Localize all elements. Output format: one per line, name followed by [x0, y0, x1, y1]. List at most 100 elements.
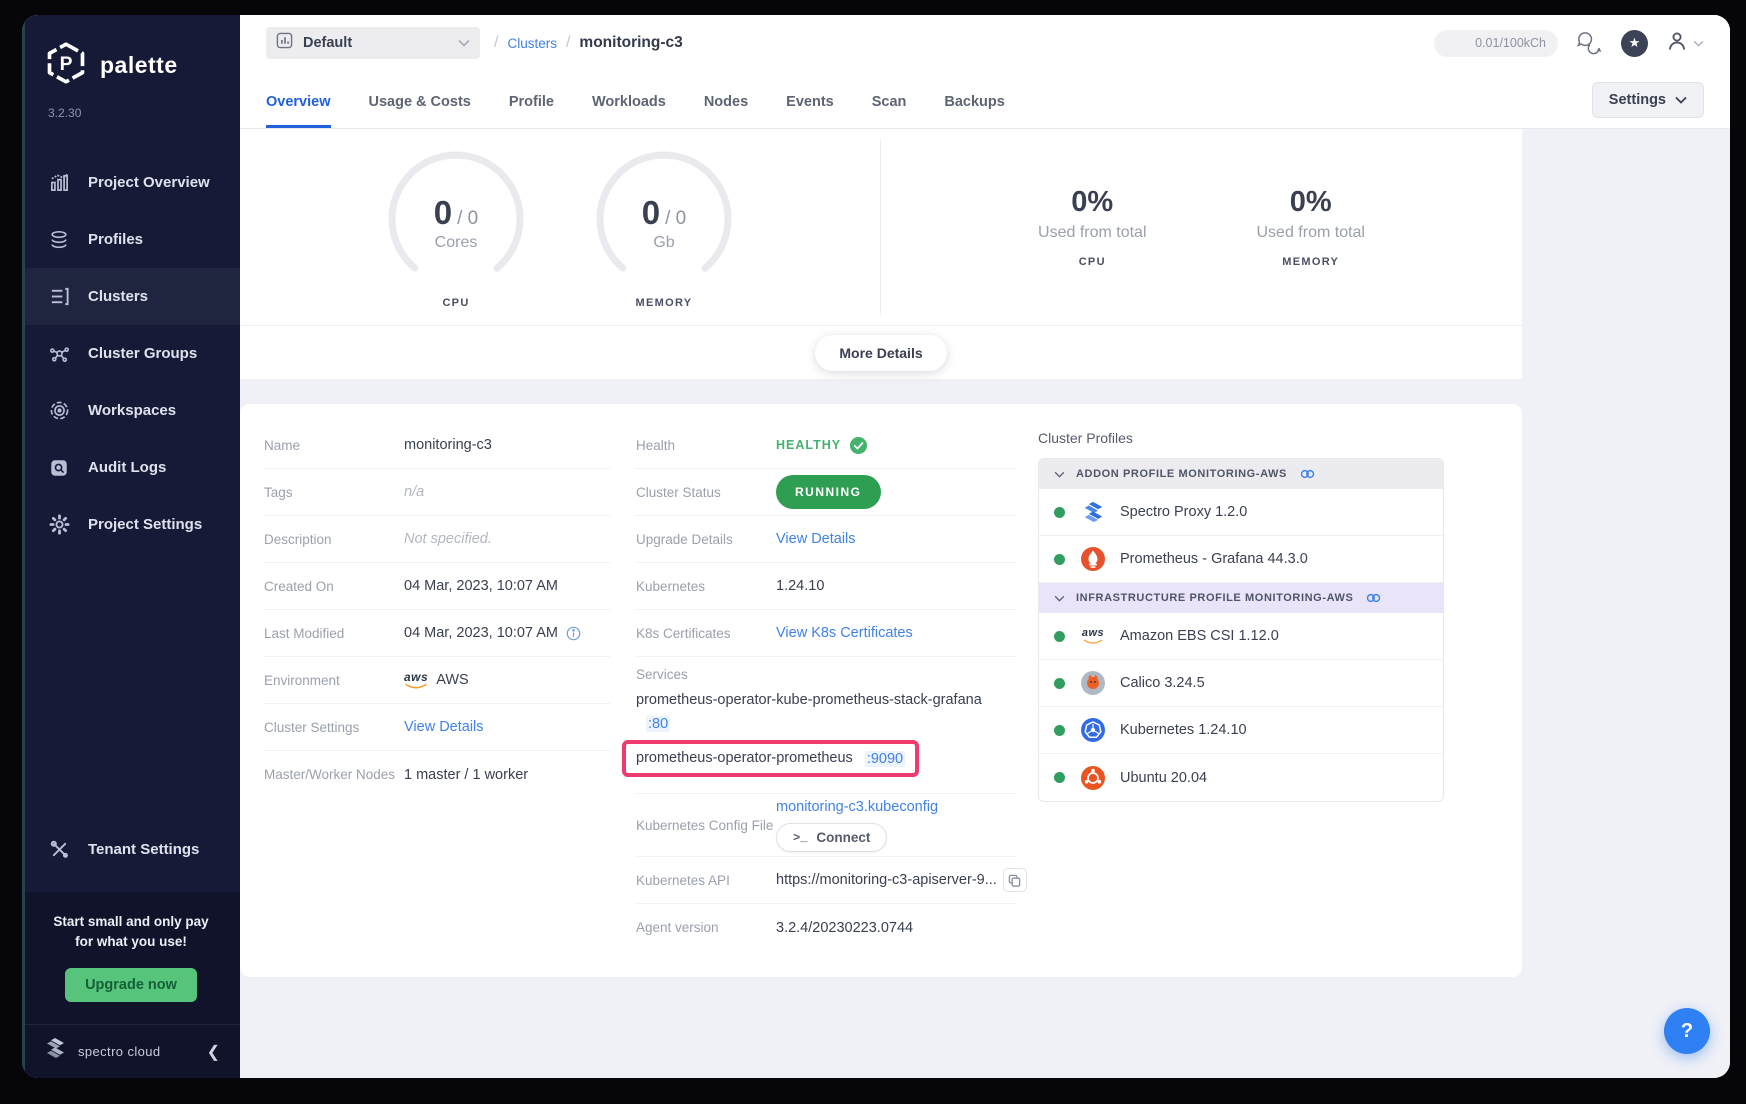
chevron-down-icon: [1675, 96, 1687, 104]
tab-events[interactable]: Events: [786, 94, 834, 128]
cluster-profiles-column: Cluster Profiles ADDON PROFILE MONITORIN…: [1038, 422, 1468, 951]
sidebar-item-tenant-settings[interactable]: Tenant Settings: [22, 821, 240, 878]
connect-button[interactable]: >_ Connect: [776, 823, 887, 852]
promo-line-2: for what you use!: [75, 934, 187, 949]
more-details-button[interactable]: More Details: [815, 335, 946, 371]
kubeconfig-link[interactable]: monitoring-c3.kubeconfig: [776, 799, 938, 815]
tab-nodes[interactable]: Nodes: [704, 94, 748, 128]
sidebar: P palette 3.2.30 Project Overview Profil…: [22, 15, 240, 1078]
upgrade-view-details-link[interactable]: View Details: [776, 531, 856, 547]
project-scope-icon: [276, 32, 293, 54]
chart-icon: [48, 172, 70, 194]
tab-usage-costs[interactable]: Usage & Costs: [369, 94, 471, 128]
ubuntu-icon: [1080, 765, 1106, 791]
app-window: P palette 3.2.30 Project Overview Profil…: [22, 15, 1730, 1078]
gauge-value: 0/ 0 Gb: [591, 194, 737, 252]
link-icon[interactable]: [1366, 592, 1381, 604]
gauge-unit: Cores: [383, 234, 529, 252]
chevron-down-icon: [1693, 34, 1704, 52]
profile-pack-row[interactable]: Calico 3.24.5: [1039, 660, 1443, 707]
brand-name: palette: [100, 52, 178, 79]
sidebar-item-project-overview[interactable]: Project Overview: [22, 154, 240, 211]
link-icon[interactable]: [1300, 468, 1315, 480]
breadcrumb-separator: /: [494, 34, 498, 52]
service-name: prometheus-operator-kube-prometheus-stac…: [636, 690, 1016, 711]
chat-icon[interactable]: [1576, 31, 1603, 55]
detail-row-k8s-certificates: K8s Certificates View K8s Certificates: [636, 610, 1016, 657]
breadcrumb: / Clusters / monitoring-c3: [494, 34, 683, 52]
sidebar-item-audit-logs[interactable]: Audit Logs: [22, 439, 240, 496]
content-area: 0/ 0 Cores CPU 0/ 0 Gb MEMORY: [240, 129, 1730, 1078]
status-dot: [1054, 678, 1065, 689]
clusters-list-icon: [48, 286, 70, 308]
user-menu[interactable]: [1666, 30, 1704, 57]
project-selector[interactable]: Default: [266, 27, 480, 59]
palette-logo-icon: P: [44, 41, 88, 90]
settings-button[interactable]: Settings: [1592, 82, 1704, 118]
help-button[interactable]: ?: [1664, 1008, 1710, 1054]
collapse-sidebar-icon[interactable]: ❮: [207, 1042, 220, 1062]
service-port-link[interactable]: :9090: [865, 751, 905, 767]
profile-pack-row[interactable]: aws Amazon EBS CSI 1.12.0: [1039, 613, 1443, 660]
breadcrumb-clusters-link[interactable]: Clusters: [507, 36, 557, 51]
sidebar-item-label: Clusters: [88, 288, 148, 305]
overview-column: Name monitoring-c3 Tags n/a Description …: [264, 422, 636, 951]
view-k8s-certificates-link[interactable]: View K8s Certificates: [776, 625, 913, 641]
top-bar: Default / Clusters / monitoring-c3 0.01/…: [240, 15, 1730, 71]
gauge-used: 0: [642, 194, 660, 231]
detail-row-kubernetes: Kubernetes 1.24.10: [636, 563, 1016, 610]
sidebar-item-label: Cluster Groups: [88, 345, 197, 362]
sidebar-item-project-settings[interactable]: Project Settings: [22, 496, 240, 553]
status-dot: [1054, 631, 1065, 642]
main-area: Default / Clusters / monitoring-c3 0.01/…: [240, 15, 1730, 1078]
detail-row-health: Health HEALTHY: [636, 422, 1016, 469]
sidebar-item-profiles[interactable]: Profiles: [22, 211, 240, 268]
profile-pack-row[interactable]: Prometheus - Grafana 44.3.0: [1039, 536, 1443, 583]
status-dot: [1054, 554, 1065, 565]
gear-icon: [48, 514, 70, 536]
upgrade-promo: Start small and only pay for what you us…: [22, 892, 240, 1025]
addon-profile-header[interactable]: ADDON PROFILE MONITORING-AWS: [1039, 459, 1443, 489]
tab-workloads[interactable]: Workloads: [592, 94, 666, 128]
infrastructure-profile-header[interactable]: INFRASTRUCTURE PROFILE MONITORING-AWS: [1039, 583, 1443, 613]
sidebar-item-workspaces[interactable]: Workspaces: [22, 382, 240, 439]
detail-row-kubeconfig: Kubernetes Config File monitoring-c3.kub…: [636, 794, 1016, 857]
tools-icon: [48, 838, 70, 860]
tab-scan[interactable]: Scan: [872, 94, 907, 128]
sidebar-item-label: Profiles: [88, 231, 143, 248]
sidebar-item-label: Workspaces: [88, 402, 176, 419]
sidebar-spacer: [22, 553, 240, 821]
star-badge-icon[interactable]: ★: [1621, 30, 1648, 57]
info-icon[interactable]: [566, 626, 581, 641]
sidebar-item-cluster-groups[interactable]: Cluster Groups: [22, 325, 240, 382]
gauge-total: / 0: [457, 208, 478, 229]
service-port-link[interactable]: :80: [646, 716, 670, 732]
calico-icon: [1080, 670, 1106, 696]
sidebar-item-clusters[interactable]: Clusters: [22, 268, 240, 325]
tab-overview[interactable]: Overview: [266, 94, 331, 128]
profile-pack-row[interactable]: Ubuntu 20.04: [1039, 754, 1443, 801]
prometheus-icon: [1080, 546, 1106, 572]
tab-backups[interactable]: Backups: [944, 94, 1004, 128]
sidebar-item-label: Project Overview: [88, 174, 210, 191]
usage-label: MEMORY: [1257, 256, 1365, 268]
layers-icon: [48, 229, 70, 251]
metrics-panel: 0/ 0 Cores CPU 0/ 0 Gb MEMORY: [240, 129, 1522, 325]
kubernetes-icon: [1080, 717, 1106, 743]
status-dot: [1054, 772, 1065, 783]
footer-brand: spectro cloud: [78, 1044, 161, 1059]
profile-pack-row[interactable]: Spectro Proxy 1.2.0: [1039, 489, 1443, 536]
project-selector-value: Default: [303, 35, 352, 51]
tab-profile[interactable]: Profile: [509, 94, 554, 128]
detail-row-nodes: Master/Worker Nodes 1 master / 1 worker: [264, 751, 610, 798]
detail-row-kubernetes-api: Kubernetes API https://monitoring-c3-api…: [636, 857, 1016, 904]
copy-icon[interactable]: [1003, 868, 1027, 892]
aws-icon: aws: [404, 671, 428, 690]
chevron-down-icon: [1054, 471, 1065, 478]
cluster-settings-view-details-link[interactable]: View Details: [404, 719, 484, 735]
upgrade-now-button[interactable]: Upgrade now: [65, 968, 197, 1002]
profile-pack-row[interactable]: Kubernetes 1.24.10: [1039, 707, 1443, 754]
memory-gauge: 0/ 0 Gb MEMORY: [591, 146, 737, 309]
running-status-badge: RUNNING: [776, 475, 881, 509]
service-name: prometheus-operator-prometheus: [636, 748, 853, 769]
